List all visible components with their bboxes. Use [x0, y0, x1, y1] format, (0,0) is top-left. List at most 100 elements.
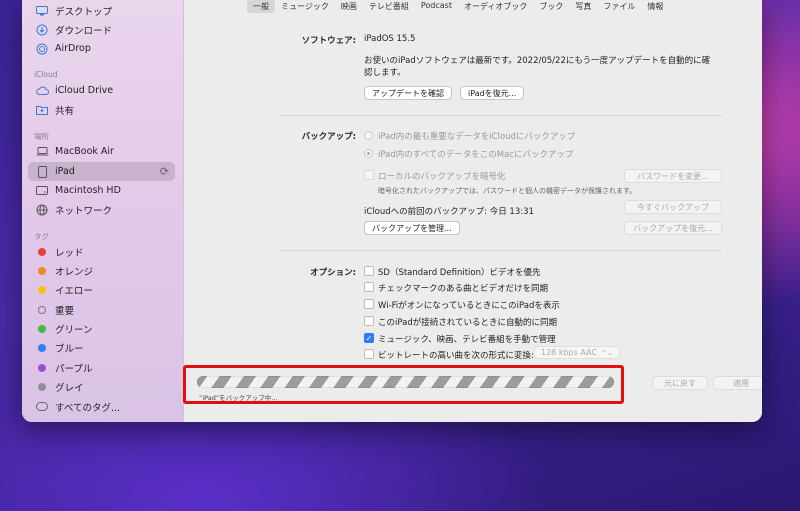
software-message-line2: 認します。: [364, 68, 406, 78]
tab-tv[interactable]: テレビ番組: [363, 0, 415, 13]
download-icon: [35, 23, 49, 37]
encrypt-backup-label: ローカルのバックアップを暗号化: [378, 172, 506, 182]
bitrate-value: 128 kbps AAC: [541, 348, 597, 357]
manage-backups-button[interactable]: バックアップを管理...: [364, 221, 460, 235]
sidebar-tag-orange[interactable]: オレンジ: [28, 261, 175, 280]
tab-files[interactable]: ファイル: [597, 0, 641, 13]
backup-icloud-radio[interactable]: [364, 131, 373, 140]
restore-backup-button[interactable]: バックアップを復元...: [624, 221, 722, 235]
option-sd-label: SD（Standard Definition）ビデオを優先: [378, 268, 541, 278]
chevron-updown-icon: ⌃⌄: [601, 348, 613, 357]
option-checked-only-checkbox[interactable]: [364, 282, 374, 292]
green-tag-icon: [38, 324, 46, 333]
sidebar-item-network[interactable]: ネットワーク: [28, 200, 175, 219]
sidebar-tag-green[interactable]: グリーン: [28, 319, 175, 338]
software-label: ソフトウェア:: [301, 36, 356, 46]
sidebar-item-macbook-air[interactable]: MacBook Air: [28, 142, 175, 161]
option-auto-sync-checkbox[interactable]: [364, 316, 374, 326]
yellow-tag-icon: [38, 285, 46, 294]
sidebar-tag-yellow[interactable]: イエロー: [28, 280, 175, 299]
sidebar-item-label: iCloud Drive: [55, 85, 114, 96]
sidebar-tag-purple[interactable]: パープル: [28, 358, 175, 377]
sidebar-item-label: ブルー: [55, 343, 84, 355]
tab-books[interactable]: ブック: [533, 0, 569, 13]
sidebar-item-label: 共有: [55, 105, 75, 117]
blue-tag-icon: [38, 343, 46, 352]
sidebar-item-macintosh-hd[interactable]: Macintosh HD: [28, 181, 175, 200]
sidebar-item-label: MacBook Air: [55, 146, 114, 157]
tab-music[interactable]: ミュージック: [275, 0, 335, 13]
sidebar-section-icloud: iCloud: [34, 70, 58, 79]
tab-movies[interactable]: 映画: [335, 0, 363, 13]
sidebar-item-label: すべてのタグ...: [55, 402, 121, 414]
option-sd-checkbox[interactable]: [364, 266, 374, 276]
annotation-highlight-box: [183, 365, 624, 404]
tab-audiobooks[interactable]: オーディオブック: [458, 0, 533, 13]
encrypt-backup-checkbox[interactable]: [364, 170, 374, 180]
restore-ipad-button[interactable]: iPadを復元...: [460, 86, 525, 100]
sidebar-section-tags: タグ: [34, 232, 49, 241]
options-label: オプション:: [310, 268, 356, 278]
bitrate-select[interactable]: 128 kbps AAC ⌃⌄: [534, 346, 620, 359]
backup-label: バックアップ:: [301, 132, 356, 142]
sidebar-tag-gray[interactable]: グレイ: [28, 377, 175, 396]
sidebar-tag-red[interactable]: レッド: [28, 242, 175, 261]
tab-podcast[interactable]: Podcast: [415, 0, 458, 13]
sync-icon[interactable]: ⟳: [160, 165, 169, 178]
sidebar-item-desktop[interactable]: デスクトップ: [28, 1, 175, 20]
tags-icon: [35, 400, 49, 414]
apply-button[interactable]: 適用: [713, 376, 762, 390]
tab-general[interactable]: 一般: [247, 0, 275, 13]
sidebar-item-label: レッド: [55, 247, 84, 259]
orange-tag-icon: [38, 266, 46, 275]
tab-bar: 一般 ミュージック 映画 テレビ番組 Podcast オーディオブック ブック …: [247, 0, 669, 13]
sidebar-all-tags[interactable]: すべてのタグ...: [28, 397, 175, 416]
software-message-line1: お使いのiPadソフトウェアは最新です。2022/05/22にもう一度アップデー…: [364, 56, 711, 66]
option-wifi-checkbox[interactable]: [364, 299, 374, 309]
sidebar-tag-important[interactable]: 重要: [28, 300, 175, 319]
sidebar-item-ipad[interactable]: iPad ⟳: [28, 162, 175, 181]
sidebar-item-label: 重要: [55, 305, 75, 317]
sidebar-item-label: デスクトップ: [55, 6, 113, 18]
sidebar-tag-blue[interactable]: ブルー: [28, 338, 175, 357]
option-wifi-label: Wi-FiがオンになっているときにこのiPadを表示: [378, 301, 560, 311]
last-backup-text: iCloudへの前回のバックアップ: 今日 13:31: [364, 207, 534, 217]
laptop-icon: [35, 145, 49, 159]
tab-photos[interactable]: 写真: [569, 0, 597, 13]
sidebar: デスクトップ ダウンロード AirDrop iCloud iCloud Driv…: [22, 0, 184, 422]
ipad-icon: [35, 165, 49, 179]
sidebar-item-icloud-drive[interactable]: iCloud Drive: [28, 81, 175, 100]
network-icon: [35, 203, 49, 217]
shared-folder-icon: [35, 103, 49, 117]
tab-info[interactable]: 情報: [641, 0, 669, 13]
option-bitrate-checkbox[interactable]: [364, 349, 374, 359]
backup-now-button[interactable]: 今すぐバックアップ: [624, 200, 722, 214]
sidebar-section-locations: 場所: [34, 132, 49, 141]
backup-mac-radio[interactable]: [364, 149, 373, 158]
sidebar-item-label: iPad: [55, 166, 75, 177]
option-checked-only-label: チェックマークのある曲とビデオだけを同期: [378, 284, 549, 294]
sidebar-item-label: パープル: [55, 363, 93, 375]
finder-window: デスクトップ ダウンロード AirDrop iCloud iCloud Driv…: [22, 0, 762, 422]
divider: [280, 115, 722, 116]
encrypt-note: 暗号化されたバックアップでは、パスワードと個人の機密データが保護されます。: [378, 187, 637, 195]
sidebar-item-shared[interactable]: 共有: [28, 100, 175, 119]
sidebar-item-downloads[interactable]: ダウンロード: [28, 20, 175, 39]
sidebar-item-label: オレンジ: [55, 266, 94, 278]
revert-button[interactable]: 元に戻す: [652, 376, 708, 390]
option-manual-manage-checkbox[interactable]: ✓: [364, 333, 374, 343]
purple-tag-icon: [38, 363, 46, 372]
sidebar-item-label: グレイ: [55, 382, 84, 394]
sidebar-item-label: イエロー: [55, 285, 93, 297]
sidebar-item-airdrop[interactable]: AirDrop: [28, 39, 175, 58]
check-update-button[interactable]: アップデートを確認: [364, 86, 452, 100]
option-manual-manage-label: ミュージック、映画、テレビ番組を手動で管理: [378, 335, 556, 345]
change-password-button[interactable]: パスワードを変更...: [624, 169, 722, 183]
option-bitrate-label: ビットレートの高い曲を次の形式に変換:: [378, 351, 534, 361]
software-version: iPadOS 15.5: [364, 34, 416, 44]
backup-icloud-label: iPad内の最も重要なデータをiCloudにバックアップ: [378, 132, 576, 142]
red-tag-icon: [38, 247, 46, 256]
sidebar-item-label: Macintosh HD: [55, 185, 121, 196]
sidebar-item-label: ダウンロード: [55, 25, 113, 37]
divider: [280, 250, 722, 251]
